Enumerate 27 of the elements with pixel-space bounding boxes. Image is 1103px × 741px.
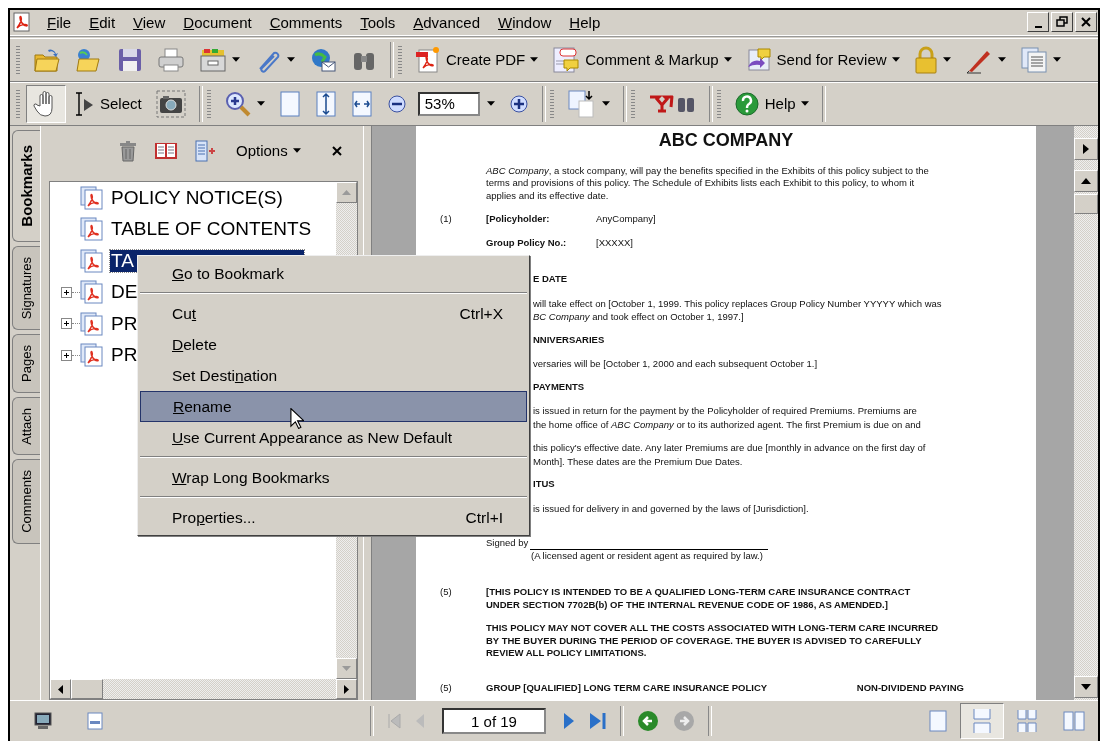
document-paragraph: ABC Company, a stock company, will pay the benefits specified in the Exhibits of this policy subject to the terms and provisions of this policy. The Schedule of Exhibits lists each Exhibit to this policy, to whom it applies and its effective date. xyxy=(486,164,930,203)
policy-type: GROUP [QUALIFIED] LONG TERM CARE INSURANCE POLICY xyxy=(486,681,768,695)
section-heading: E DATE xyxy=(533,273,568,285)
document-text-line: is issued in return for the payment by the Policyholder of required Premiums. Premiums are xyxy=(533,405,917,417)
document-text-line: will take effect on [October 1, 1999. This policy replaces Group Policy Number YYYYY which was xyxy=(533,297,942,309)
field-value: [XXXXX] xyxy=(596,236,633,250)
section-heading: PAYMENTS xyxy=(533,380,585,392)
document-text-line: is issued for delivery in and governed by the laws of [Jurisdiction]. xyxy=(533,502,809,514)
field-value: AnyCompany] xyxy=(596,213,656,226)
document-text-line: the home office of ABC Company or to its authorized agent. The first Premium is due on and xyxy=(533,418,921,430)
section-heading: ITUS xyxy=(533,478,555,490)
clause-number: (1) xyxy=(440,213,452,225)
document-heading: ABC COMPANY xyxy=(657,128,795,151)
signature-note: (A licensed agent or resident agent as required by law.) xyxy=(531,549,763,561)
field-label: Group Policy No.: xyxy=(486,236,568,250)
signature-label: Signed by xyxy=(486,537,529,550)
clause-number: (5) xyxy=(440,681,452,693)
document-text-line: this policy's effective date. Any later Premiums are due [monthly in advance on the first day of xyxy=(533,442,926,454)
document-paragraph: THIS POLICY MAY NOT COVER ALL THE COSTS ASSOCIATED WITH LONG-TERM CARE INCURRED BY THE BUYER DURING THE PERIOD OF COVERAGE. THE BUYER IS ADVISED TO CAREFULLY REVIEW ALL POLICY LIMITATIONS. xyxy=(486,622,940,660)
document-text-line: BC Company and took effect on October 1, 1997.] xyxy=(533,311,744,323)
field-label: [Policyholder: xyxy=(486,213,551,226)
document-text-line: versaries will be [October 1, 2000 and each subsequent October 1.] xyxy=(533,358,818,370)
document-text-line: Month]. These dates are the Premium Due Dates. xyxy=(533,455,743,467)
document-paragraph: [THIS POLICY IS INTENDED TO BE A QUALIFIED LONG-TERM CARE INSURANCE CONTRACT UNDER SECTION 7702B(b) OF THE INTERNAL REVENUE CODE OF 1986, AS AMENDED.] xyxy=(486,586,912,612)
dividend-label: NON-DIVIDEND PAYING xyxy=(856,681,964,695)
section-heading: NNIVERSARIES xyxy=(533,333,605,345)
clause-number: (5) xyxy=(440,586,452,598)
